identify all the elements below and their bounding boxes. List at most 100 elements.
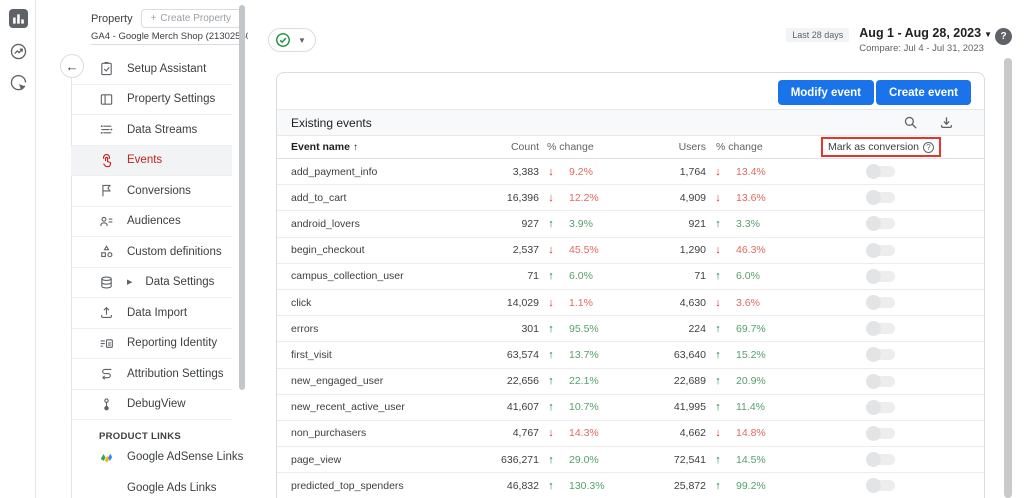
ga4-admin-page: Property + Create Property GA4 - Google M… (0, 0, 1024, 498)
users-change-cell: 3.3% (736, 217, 760, 230)
users-change-cell: 3.6% (736, 296, 760, 309)
sidebar-item-data-import[interactable]: Data Import (71, 298, 232, 329)
date-range-picker[interactable]: Last 28 days Aug 1 - Aug 28, 2023 ▼ Compa… (786, 26, 992, 54)
arrow-down-icon: ↓ (548, 165, 554, 178)
users-change-cell: 46.3% (736, 244, 766, 257)
sidebar-item-property-settings[interactable]: Property Settings (71, 85, 232, 115)
table-row: errors 301 ↑ 95.5% 224 ↑ 69.7% (277, 316, 984, 343)
event-name-cell: click (291, 296, 312, 309)
property-selector[interactable]: GA4 - Google Merch Shop (213025502) (91, 31, 259, 42)
main-scrollbar[interactable] (1004, 58, 1012, 498)
table-row: page_view 636,271 ↑ 29.0% 72,541 ↑ 14.5% (277, 447, 984, 474)
count-cell: 46,832 (506, 479, 539, 492)
table-row: new_engaged_user 22,656 ↑ 22.1% 22,689 ↑… (277, 369, 984, 395)
sidebar-item-conversions[interactable]: Conversions (71, 176, 232, 207)
sidebar-item-debugview[interactable]: DebugView (71, 390, 232, 420)
users-change-cell: 11.4% (736, 401, 765, 414)
sidebar-item-audiences[interactable]: Audiences (71, 207, 232, 237)
count-cell: 63,574 (506, 348, 539, 361)
arrow-up-icon: ↑ (715, 401, 721, 414)
sidebar-item-data-streams[interactable]: Data Streams (71, 115, 232, 146)
table-row: first_visit 63,574 ↑ 13.7% 63,640 ↑ 15.2… (277, 342, 984, 369)
help-circle-icon[interactable]: ? (923, 141, 935, 153)
arrow-up-icon: ↑ (548, 217, 554, 230)
sidebar-item-custom-definitions[interactable]: Custom definitions (71, 237, 232, 268)
count-change-cell: 12.2% (569, 191, 599, 204)
sidebar-item-setup-assistant[interactable]: Setup Assistant (71, 54, 232, 85)
download-icon[interactable] (939, 115, 954, 130)
mark-as-conversion-toggle[interactable] (865, 452, 895, 468)
count-change-cell: 45.5% (569, 244, 599, 257)
event-name-cell: non_purchasers (291, 427, 367, 440)
reporting-identity-icon (99, 336, 114, 351)
data-import-icon (99, 305, 114, 320)
circle-trend-icon[interactable] (9, 42, 28, 61)
column-header-users[interactable]: Users (633, 141, 706, 153)
arrow-up-icon: ↑ (715, 270, 721, 283)
mark-as-conversion-toggle[interactable] (865, 190, 895, 206)
column-header-event-name[interactable]: Event name ↑ (277, 141, 497, 153)
count-cell: 71 (527, 270, 539, 283)
sidebar-item-data-settings[interactable]: ▶ Data Settings (71, 268, 232, 298)
product-links-header: PRODUCT LINKS (99, 431, 182, 442)
column-header-mark-as-conversion: Mark as conversion (827, 141, 920, 153)
count-change-cell: 130.3% (569, 479, 605, 492)
modify-event-button[interactable]: Modify event (777, 80, 874, 105)
count-change-cell: 3.9% (569, 217, 593, 230)
adsense-icon (99, 450, 114, 465)
sidebar-item-google-ads-links[interactable]: Google Ads Links (71, 473, 232, 498)
property-label: Property (91, 12, 133, 25)
mark-as-conversion-toggle[interactable] (865, 373, 895, 389)
users-cell: 4,662 (679, 427, 706, 440)
event-name-cell: begin_checkout (291, 244, 365, 257)
date-compare-label: Compare: Jul 4 - Jul 31, 2023 (859, 43, 984, 54)
count-cell: 927 (521, 217, 539, 230)
count-change-cell: 6.0% (569, 270, 593, 283)
event-name-cell: campus_collection_user (291, 270, 404, 283)
count-cell: 16,396 (506, 191, 539, 204)
sidebar-scrollbar[interactable] (239, 5, 245, 390)
debugview-icon (99, 397, 114, 412)
mark-as-conversion-toggle[interactable] (865, 399, 895, 415)
mark-as-conversion-toggle[interactable] (865, 295, 895, 311)
users-cell: 25,872 (673, 479, 706, 492)
mark-as-conversion-toggle[interactable] (865, 478, 895, 494)
sidebar-item-attribution-settings[interactable]: Attribution Settings (71, 359, 232, 390)
sidebar-item-reporting-identity[interactable]: Reporting Identity (71, 329, 232, 359)
mark-as-conversion-toggle[interactable] (865, 321, 895, 337)
users-change-cell: 13.4% (736, 165, 766, 178)
count-cell: 22,656 (506, 375, 539, 388)
help-icon[interactable]: ? (995, 28, 1012, 45)
column-header-count-change[interactable]: % change (539, 141, 633, 153)
event-name-cell: errors (291, 322, 319, 335)
create-event-button[interactable]: Create event (875, 80, 971, 105)
search-icon[interactable] (903, 115, 918, 130)
column-header-users-change[interactable]: % change (706, 141, 800, 153)
mark-as-conversion-toggle[interactable] (865, 164, 895, 180)
sidebar-item-adsense-links[interactable]: Google AdSense Links (71, 442, 243, 473)
mark-as-conversion-toggle[interactable] (865, 242, 895, 258)
table-row: begin_checkout 2,537 ↓ 45.5% 1,290 ↓ 46.… (277, 238, 984, 264)
mark-as-conversion-toggle[interactable] (865, 425, 895, 441)
table-row: add_payment_info 3,383 ↓ 9.2% 1,764 ↓ 13… (277, 159, 984, 186)
back-button[interactable]: ← (60, 54, 84, 78)
create-property-button[interactable]: + Create Property (140, 9, 242, 28)
mark-as-conversion-toggle[interactable] (865, 347, 895, 363)
arrow-up-icon: ↑ (548, 479, 554, 492)
arrow-up-icon: ↑ (548, 322, 554, 335)
arrow-down-icon: ↓ (715, 296, 721, 309)
mark-as-conversion-toggle[interactable] (865, 268, 895, 284)
arrow-up-icon: ↑ (715, 375, 721, 388)
arrow-down-icon: ↓ (548, 244, 554, 257)
circle-cursor-icon[interactable] (9, 74, 28, 93)
chevron-down-icon: ▼ (984, 30, 992, 39)
users-cell: 224 (688, 322, 706, 335)
sidebar-item-events[interactable]: Events (71, 145, 232, 176)
mark-as-conversion-toggle[interactable] (865, 216, 895, 232)
data-status-pill[interactable]: ▼ (268, 28, 316, 52)
existing-events-card: Modify event Create event Existing event… (276, 72, 985, 498)
event-name-cell: add_payment_info (291, 165, 378, 178)
mark-as-conversion-highlight-box: Mark as conversion ? (820, 137, 942, 157)
analytics-icon[interactable] (9, 9, 28, 28)
column-header-count[interactable]: Count (497, 141, 539, 153)
